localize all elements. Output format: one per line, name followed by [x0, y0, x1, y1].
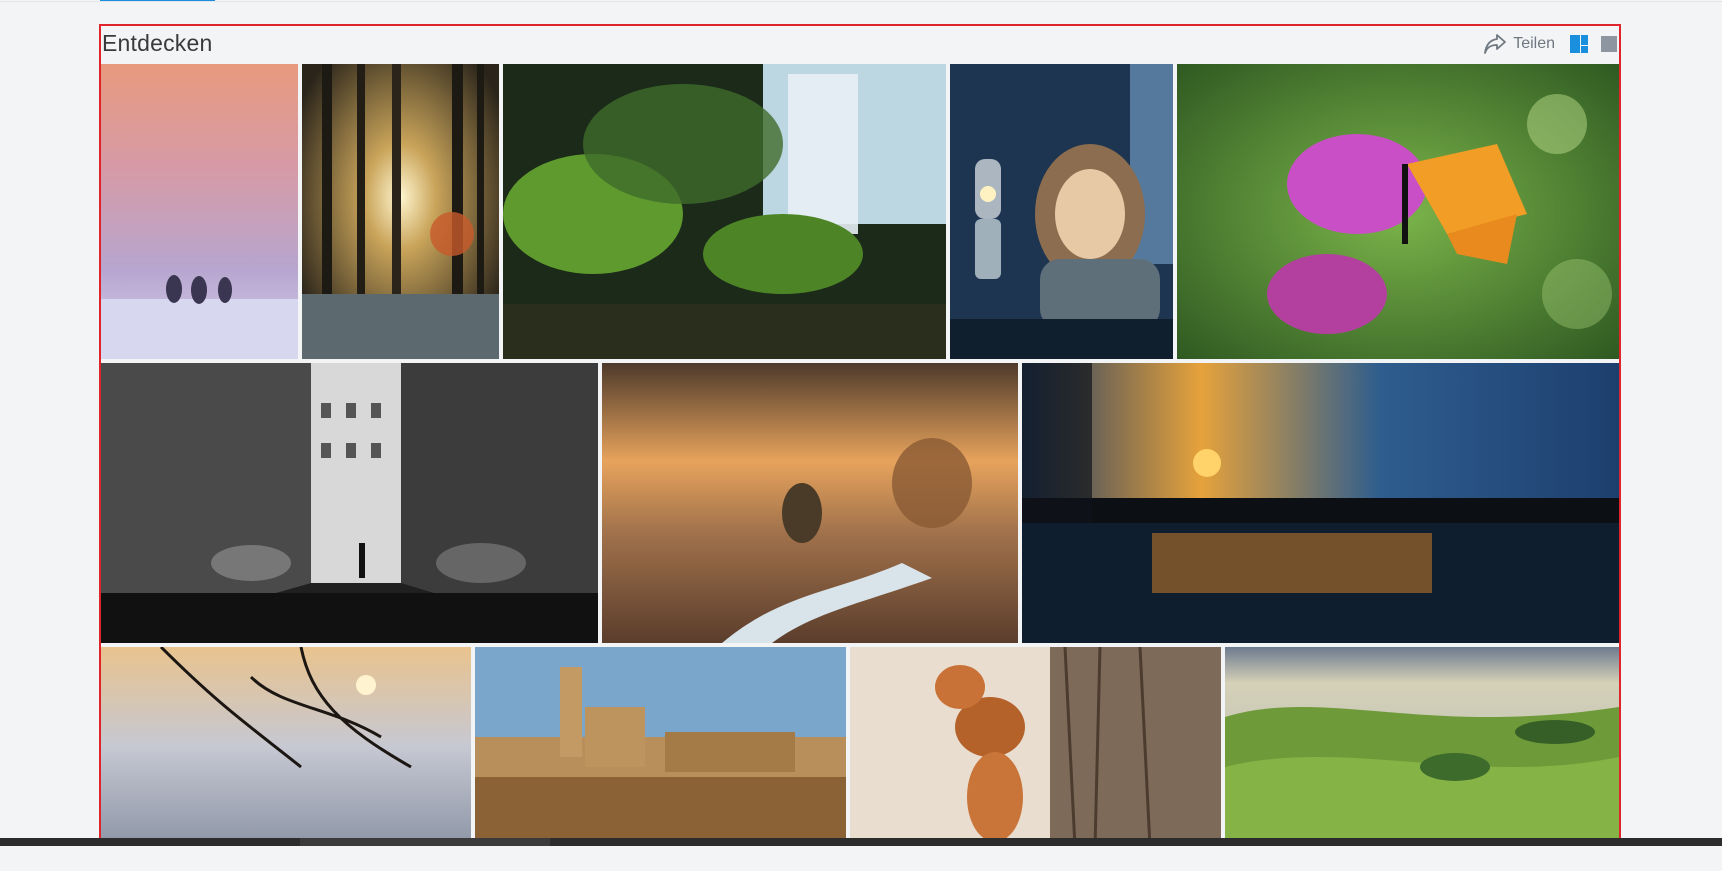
- discover-section: Entdecken Teilen: [99, 24, 1621, 845]
- mosaic-view-button[interactable]: [1569, 34, 1589, 54]
- scrollbar-thumb[interactable]: [300, 838, 550, 846]
- photo-lake-sunset[interactable]: [1022, 363, 1619, 643]
- section-actions: Teilen: [1479, 30, 1619, 58]
- mosaic-view-icon: [1570, 35, 1588, 53]
- photo-winter-trees[interactable]: [101, 64, 298, 359]
- share-arrow-icon: [1484, 34, 1507, 54]
- photo-frozen-branches[interactable]: [101, 647, 471, 843]
- photo-hilltop-town[interactable]: [475, 647, 846, 843]
- share-button[interactable]: Teilen: [1479, 33, 1559, 55]
- photo-bw-street[interactable]: [101, 363, 598, 643]
- share-label: Teilen: [1513, 35, 1555, 52]
- section-title: Entdecken: [102, 30, 213, 56]
- photo-forest-rays[interactable]: [302, 64, 499, 359]
- photo-red-squirrel[interactable]: [850, 647, 1221, 843]
- photo-butterfly[interactable]: [1177, 64, 1619, 359]
- grid-view-icon: [1601, 36, 1617, 52]
- photo-fern-waterfall[interactable]: [503, 64, 946, 359]
- top-divider: [0, 1, 1722, 2]
- photo-green-hills[interactable]: [1225, 647, 1619, 843]
- photo-autumn-stream[interactable]: [602, 363, 1018, 643]
- photo-grid: [101, 64, 1619, 843]
- bottom-scrollbar[interactable]: [0, 838, 1722, 846]
- photo-child-lamp[interactable]: [950, 64, 1173, 359]
- grid-view-button[interactable]: [1599, 34, 1619, 54]
